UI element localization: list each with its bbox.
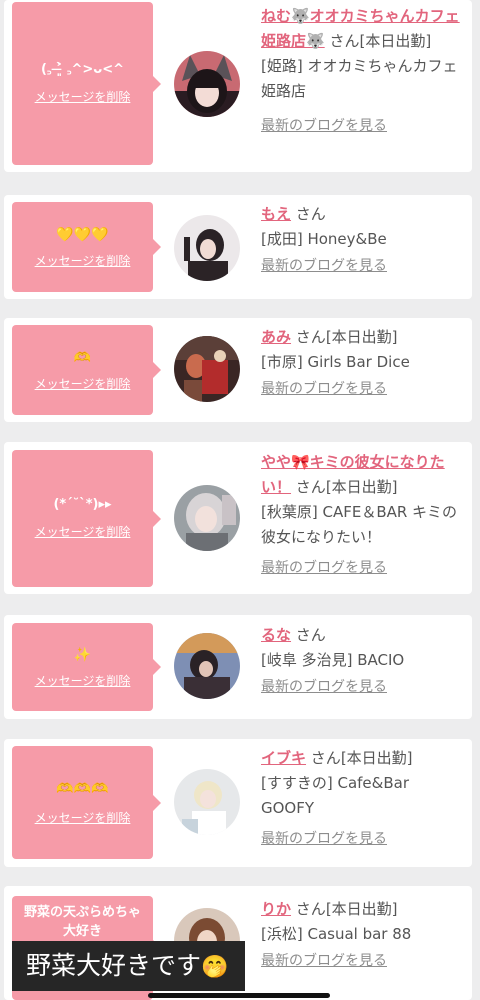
delete-message-link[interactable]: メッセージを削除	[35, 523, 131, 540]
avatar[interactable]	[174, 769, 240, 835]
latest-blog-link[interactable]: 最新のブログを見る	[261, 114, 387, 139]
work-status: [本日出勤]	[359, 32, 432, 50]
shop-name: [浜松] Casual bar 88	[261, 925, 412, 943]
message-text: 野菜の天ぷらめちゃ大好き	[23, 905, 141, 939]
message-text: 💛💛💛	[56, 227, 109, 244]
shop-name: [姫路] オオカミちゃんカフェ姫路店	[261, 57, 458, 100]
avatar[interactable]	[174, 215, 240, 281]
cast-info: もえ さん [成田] Honey&Be 最新のブログを見る	[261, 202, 461, 279]
caption-text: 野菜大好きです	[26, 951, 202, 980]
hand-over-mouth-emoji-icon: 🤭	[201, 955, 229, 980]
cast-name-link[interactable]: りか	[261, 900, 291, 918]
cast-info: るな さん [岐阜 多治見] BACIO 最新のブログを見る	[261, 623, 461, 700]
latest-blog-link[interactable]: 最新のブログを見る	[261, 949, 387, 974]
avatar[interactable]	[174, 51, 240, 117]
delete-message-link[interactable]: メッセージを削除	[35, 809, 131, 826]
cast-name-link[interactable]: るな	[261, 626, 291, 644]
message-card: 🫶🫶🫶 メッセージを削除 イブキ さん[本日出勤] [すすきの] Cafe&Ba…	[4, 739, 472, 867]
delete-message-link[interactable]: メッセージを削除	[35, 672, 131, 689]
delete-message-link[interactable]: メッセージを削除	[35, 252, 131, 269]
honorific: さん	[295, 900, 326, 918]
cast-info: やや🎀キミの彼女になりたい！ さん[本日出勤] [秋葉原] CAFE＆BAR キ…	[261, 450, 461, 581]
shop-name: [市原] Girls Bar Dice	[261, 353, 410, 371]
latest-blog-link[interactable]: 最新のブログを見る	[261, 827, 387, 852]
message-card: 🫶 メッセージを削除 あみ さん[本日出勤] [市原] Girls Bar Di…	[4, 318, 472, 422]
message-bubble: 🫶🫶🫶 メッセージを削除	[12, 746, 161, 859]
message-text: 🫶	[73, 350, 92, 367]
message-bubble: ✨ メッセージを削除	[12, 623, 161, 711]
latest-blog-link[interactable]: 最新のブログを見る	[261, 377, 387, 402]
cast-info: りか さん[本日出勤] [浜松] Casual bar 88 最新のブログを見る	[261, 897, 461, 974]
message-text: ✨	[73, 647, 92, 664]
honorific: さん	[295, 205, 326, 223]
home-indicator[interactable]	[148, 993, 330, 998]
message-bubble: (꜆ ˃̶͈̀ ꜆^>ᴗ<^ メッセージを削除	[12, 2, 161, 165]
honorific: さん	[295, 626, 326, 644]
cast-info: あみ さん[本日出勤] [市原] Girls Bar Dice 最新のブログを見…	[261, 325, 461, 402]
shop-name: [秋葉原] CAFE＆BAR キミの彼女になりたい！	[261, 503, 458, 546]
delete-message-link[interactable]: メッセージを削除	[35, 88, 131, 105]
latest-blog-link[interactable]: 最新のブログを見る	[261, 254, 387, 279]
caption-overlay: 野菜大好きです🤭	[12, 941, 245, 991]
cast-info: イブキ さん[本日出勤] [すすきの] Cafe&Bar GOOFY 最新のブロ…	[261, 746, 461, 852]
cast-name-link[interactable]: あみ	[261, 328, 291, 346]
message-card: ✨ メッセージを削除 るな さん [岐阜 多治見] BACIO 最新のブログを見…	[4, 615, 472, 719]
honorific: さん	[295, 478, 326, 496]
honorific: さん	[329, 32, 360, 50]
message-text: (*ˊ˘ˋ*)▸▸	[53, 496, 112, 512]
latest-blog-link[interactable]: 最新のブログを見る	[261, 556, 387, 581]
avatar[interactable]	[174, 485, 240, 551]
honorific: さん	[310, 749, 341, 767]
honorific: さん	[295, 328, 326, 346]
message-card: (*ˊ˘ˋ*)▸▸ メッセージを削除 やや🎀キミの彼女になりたい！ さん[本日出…	[4, 442, 472, 594]
message-bubble: 🫶 メッセージを削除	[12, 325, 161, 415]
latest-blog-link[interactable]: 最新のブログを見る	[261, 675, 387, 700]
cast-info: ねむ🐺オオカミちゃんカフェ姫路店🐺 さん[本日出勤] [姫路] オオカミちゃんカ…	[261, 4, 461, 139]
work-status: [本日出勤]	[325, 900, 398, 918]
message-text: (꜆ ˃̶͈̀ ꜆^>ᴗ<^	[41, 61, 124, 77]
delete-message-link[interactable]: メッセージを削除	[35, 375, 131, 392]
message-text: 🫶🫶🫶	[56, 780, 109, 797]
message-bubble: 💛💛💛 メッセージを削除	[12, 202, 161, 292]
work-status: [本日出勤]	[325, 478, 398, 496]
message-bubble: (*ˊ˘ˋ*)▸▸ メッセージを削除	[12, 450, 161, 587]
message-card: 💛💛💛 メッセージを削除 もえ さん [成田] Honey&Be 最新のブログを…	[4, 195, 472, 299]
shop-name: [成田] Honey&Be	[261, 230, 387, 248]
cast-name-link[interactable]: もえ	[261, 205, 291, 223]
cast-name-link[interactable]: イブキ	[261, 749, 306, 767]
avatar[interactable]	[174, 633, 240, 699]
shop-name: [すすきの] Cafe&Bar GOOFY	[261, 774, 409, 817]
shop-name: [岐阜 多治見] BACIO	[261, 651, 405, 669]
work-status: [本日出勤]	[325, 328, 398, 346]
work-status: [本日出勤]	[340, 749, 413, 767]
message-card: (꜆ ˃̶͈̀ ꜆^>ᴗ<^ メッセージを削除 ねむ🐺オオカミちゃんカフェ姫路店…	[4, 0, 472, 172]
avatar[interactable]	[174, 336, 240, 402]
